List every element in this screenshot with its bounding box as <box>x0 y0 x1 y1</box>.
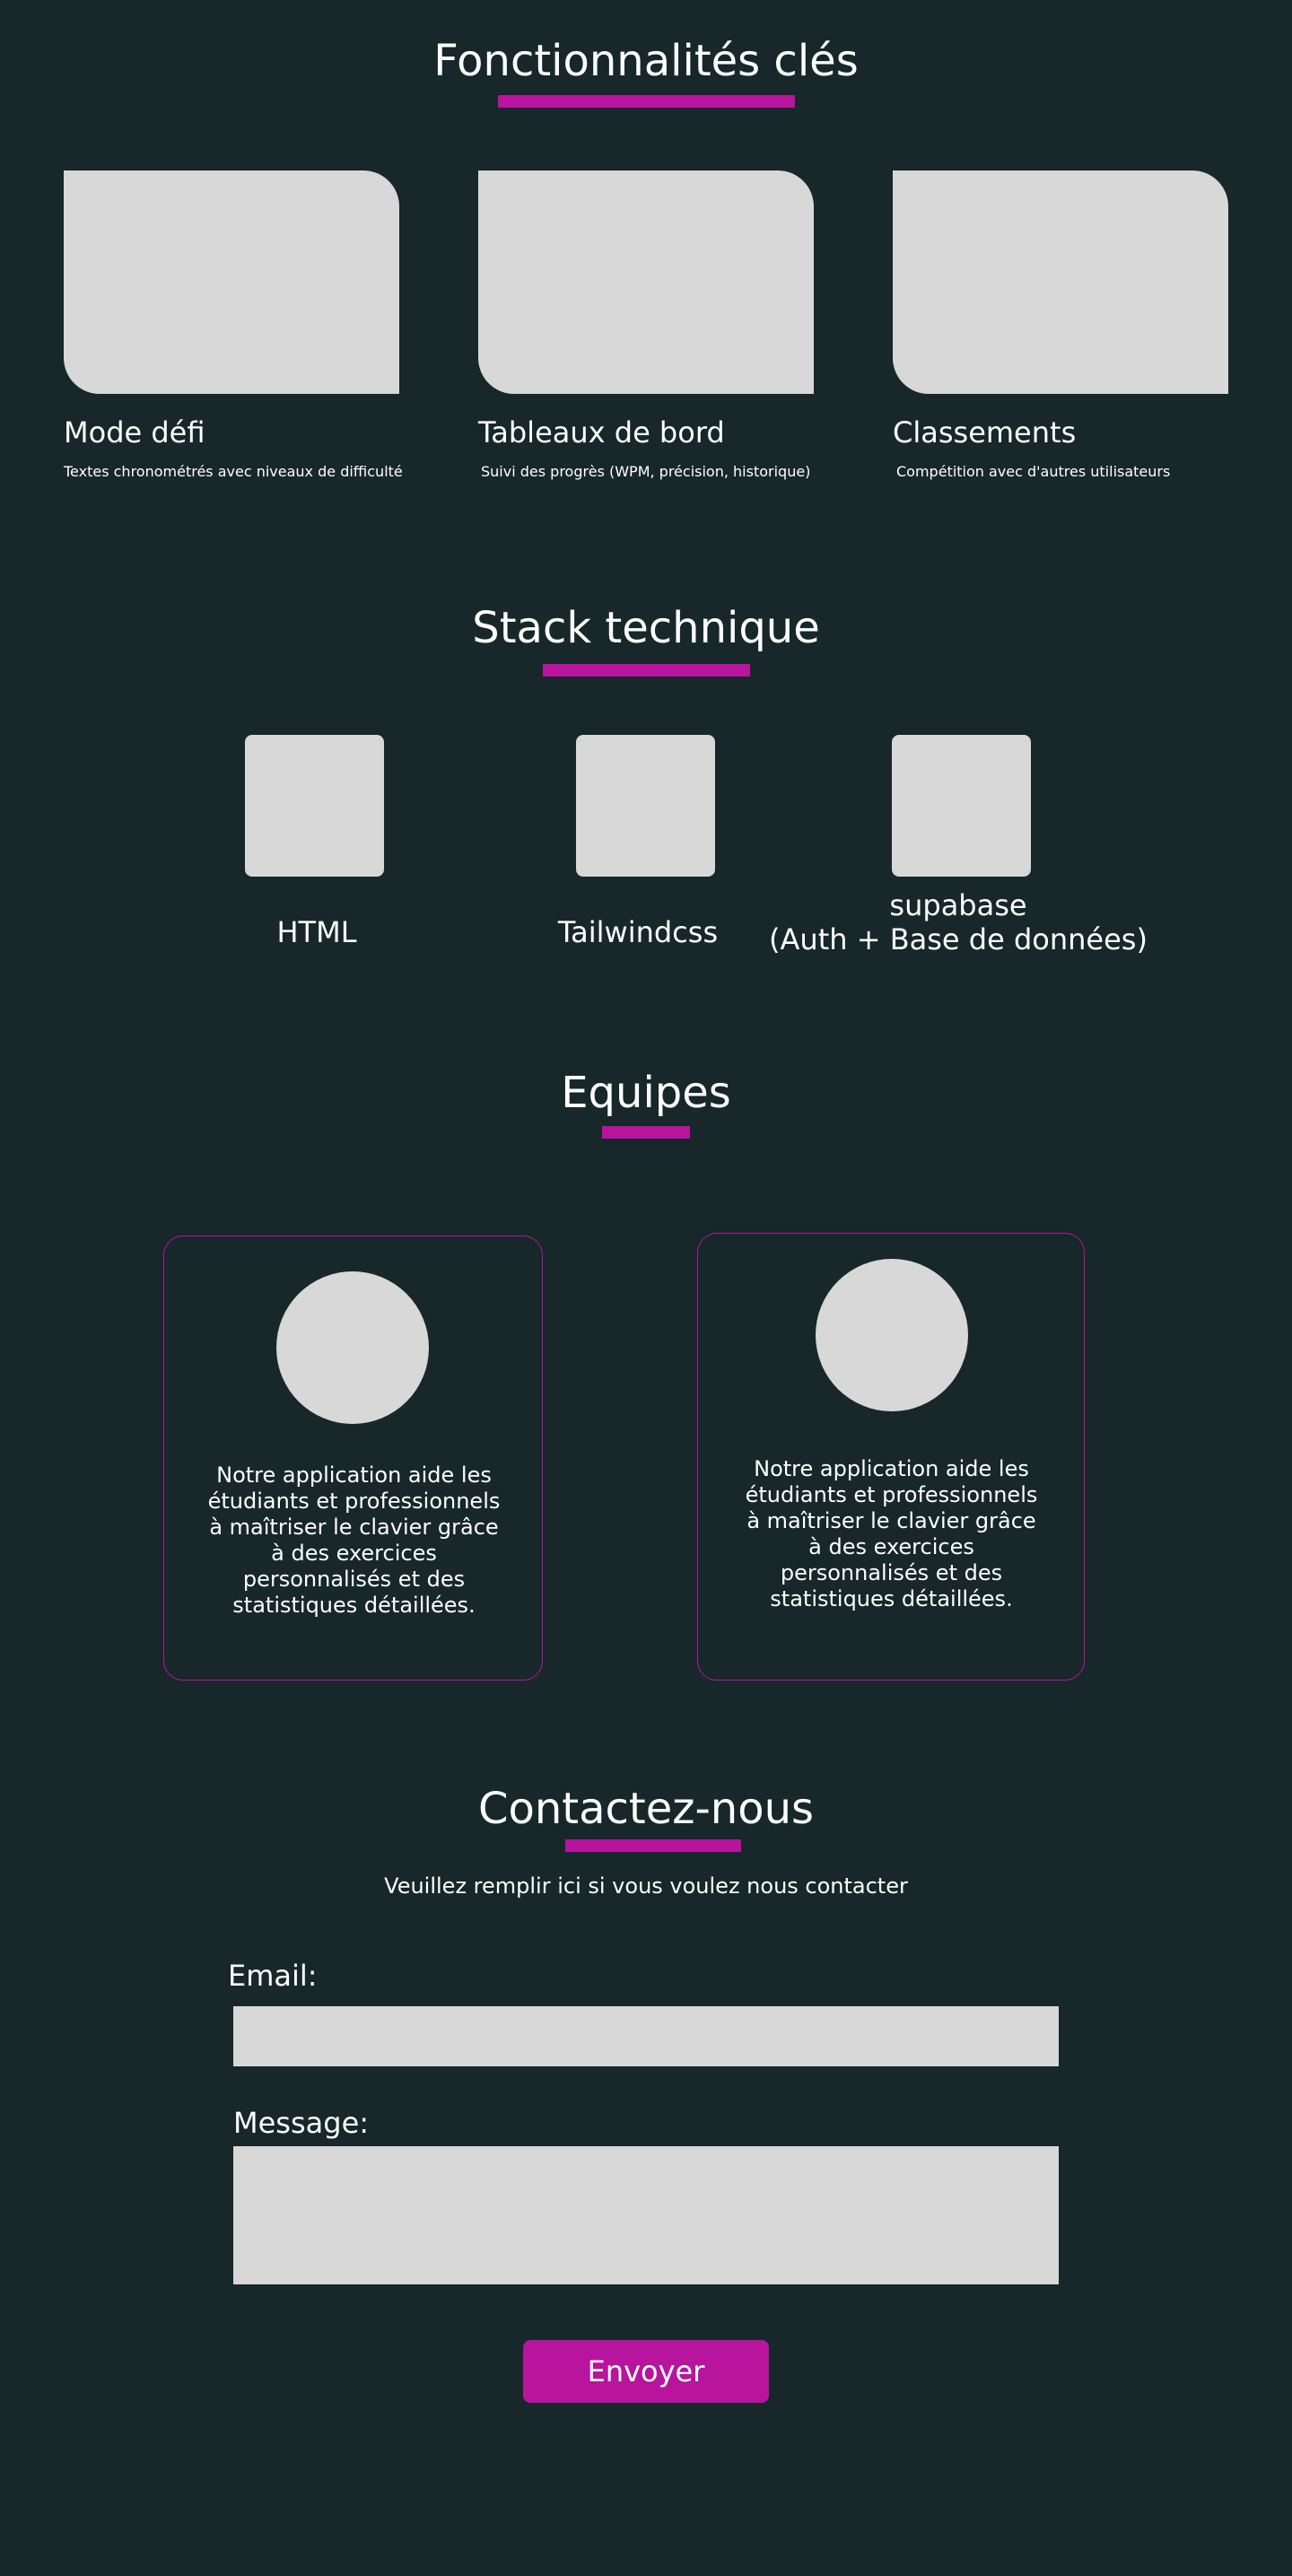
tailwindcss-logo-icon <box>576 735 715 877</box>
stack-title: Stack technique <box>472 603 820 653</box>
feature-desc-dashboards: Suivi des progrès (WPM, précision, histo… <box>481 463 811 480</box>
features-title: Fonctionnalités clés <box>433 36 859 86</box>
send-button[interactable]: Envoyer <box>523 2340 769 2403</box>
features-title-underline <box>498 95 795 108</box>
html-logo-icon <box>245 735 384 877</box>
avatar <box>816 1259 968 1411</box>
feature-image-dashboards <box>478 170 814 394</box>
avatar <box>276 1271 429 1424</box>
contact-title-underline <box>565 1839 741 1852</box>
feature-desc-challenge: Textes chronométrés avec niveaux de diff… <box>64 463 403 480</box>
feature-desc-leaderboards: Compétition avec d'autres utilisateurs <box>896 463 1171 480</box>
team-member-description: Notre application aide les étudiants et … <box>207 1463 501 1618</box>
feature-title-leaderboards: Classements <box>893 415 1077 450</box>
contact-subtitle: Veuillez remplir ici si vous voulez nous… <box>384 1873 908 1899</box>
team-title: Equipes <box>561 1068 731 1118</box>
stack-label-html: HTML <box>276 915 357 949</box>
message-field[interactable] <box>233 2146 1059 2284</box>
feature-title-dashboards: Tableaux de bord <box>478 415 725 450</box>
stack-label-tailwindcss: Tailwindcss <box>557 915 719 949</box>
feature-image-challenge <box>64 170 399 394</box>
stack-label-supabase: supabase (Auth + Base de données) <box>734 888 1183 957</box>
team-member-card: Notre application aide les étudiants et … <box>163 1236 543 1681</box>
message-label: Message: <box>233 2106 370 2140</box>
team-member-description: Notre application aide les étudiants et … <box>745 1456 1038 1611</box>
email-label: Email: <box>228 1959 318 1993</box>
supabase-logo-icon <box>892 735 1031 877</box>
team-member-card: Notre application aide les étudiants et … <box>697 1233 1085 1681</box>
stack-label-supabase-detail: (Auth + Base de données) <box>769 922 1148 957</box>
contact-title: Contactez-nous <box>477 1784 814 1834</box>
stack-label-supabase-name: supabase <box>889 888 1027 922</box>
feature-image-leaderboards <box>893 170 1228 394</box>
stack-title-underline <box>543 664 750 677</box>
email-field[interactable] <box>233 2006 1059 2066</box>
feature-title-challenge: Mode défi <box>64 415 205 450</box>
team-title-underline <box>602 1126 690 1139</box>
